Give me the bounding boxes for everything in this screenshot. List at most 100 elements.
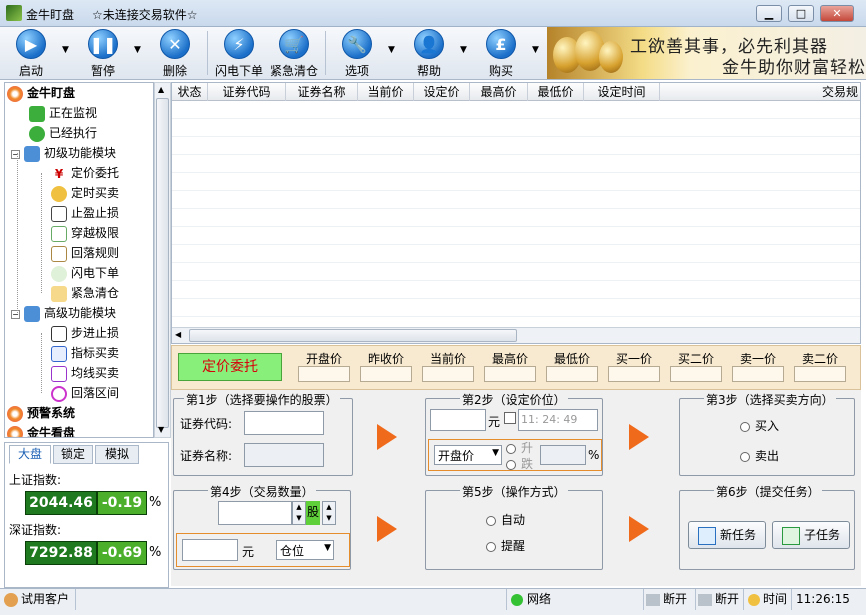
tree-root-watch[interactable]: 金牛看盘 [7, 423, 75, 437]
code-input[interactable] [244, 411, 324, 435]
delete-button[interactable]: ✕ 删除 [152, 29, 198, 78]
tab-simulate[interactable]: 模拟 [95, 445, 139, 464]
buy-button[interactable]: £ 购买 [478, 29, 524, 78]
tree-item-cross-limit[interactable]: 穿越极限 [51, 223, 119, 243]
col-set-time[interactable]: 设定时间 [584, 83, 660, 101]
close-button[interactable]: ✕ [820, 5, 854, 22]
next-arrow-icon [377, 516, 397, 542]
scroll-left-icon[interactable]: ◀ [175, 330, 181, 339]
tree-scrollbar[interactable]: ▲ ▼ [154, 82, 171, 438]
flash-order-button[interactable]: ⚡ 闪电下单 [214, 29, 264, 78]
pound-icon: £ [486, 29, 516, 59]
tree-item-timed-trade[interactable]: 定时买卖 [51, 183, 119, 203]
pause-button[interactable]: ❚❚ 暂停 [80, 29, 126, 78]
ask2-value [794, 366, 846, 382]
buy-dropdown-icon[interactable]: ▼ [532, 45, 539, 55]
shares-stepper[interactable]: ▲ ▼ [322, 501, 336, 525]
sh-index-change: -0.19 [97, 491, 147, 515]
pct-input[interactable] [540, 445, 586, 465]
scroll-thumb[interactable] [189, 329, 517, 342]
quantity-input[interactable] [218, 501, 292, 525]
amount-input[interactable] [182, 539, 238, 561]
col-current-price[interactable]: 当前价 [358, 83, 414, 101]
bid2-value [670, 366, 722, 382]
rise-radio[interactable]: 升 [506, 439, 533, 456]
start-button[interactable]: ▶ 启动 [8, 29, 54, 78]
tree-item-executed[interactable]: 已经执行 [29, 123, 97, 143]
help-dropdown-icon[interactable]: ▼ [460, 45, 467, 55]
col-trade-rule[interactable]: 交易规 [660, 83, 860, 101]
connection-status: ☆未连接交易软件☆ [92, 8, 198, 22]
step5-group: 第5步（操作方式） 自动 提醒 [425, 483, 603, 570]
tree-item-flash-order[interactable]: 闪电下单 [51, 263, 119, 283]
tree-root-jinniu[interactable]: 金牛盯盘 [7, 83, 75, 103]
sz-index-label: 深证指数: [9, 523, 62, 537]
options-dropdown-icon[interactable]: ▼ [388, 45, 395, 55]
help-button[interactable]: 👤 帮助 [406, 29, 452, 78]
tree-item-pullback-range[interactable]: 回落区间 [51, 383, 119, 403]
tree-guide-line [41, 173, 42, 293]
price-ref-select[interactable]: 开盘价 ▼ [434, 445, 502, 465]
fall-radio[interactable]: 跌 [506, 455, 533, 472]
pause-dropdown-icon[interactable]: ▼ [134, 45, 141, 55]
position-select[interactable]: 仓位 ▼ [276, 540, 334, 560]
tree-item-clear-position[interactable]: 紧急清仓 [51, 283, 119, 303]
step1-title: 第1步（选择要操作的股票） [184, 391, 340, 408]
scroll-thumb[interactable] [156, 98, 169, 428]
minimize-button[interactable]: ▁ [756, 5, 782, 22]
set-price-input[interactable] [430, 409, 486, 431]
tree-root-alert[interactable]: 预警系统 [7, 403, 75, 423]
collapse-icon[interactable]: − [11, 310, 20, 319]
low-price-label: 最低价 [553, 352, 590, 366]
task-table[interactable]: 状态 证券代码 证券名称 当前价 设定价 最高价 最低价 设定时间 交易规 ◀ [171, 82, 861, 344]
plug-icon [698, 593, 712, 606]
col-status[interactable]: 状态 [172, 83, 208, 101]
ask1-label: 卖一价 [739, 352, 776, 366]
col-name[interactable]: 证券名称 [286, 83, 358, 101]
col-low-price[interactable]: 最低价 [528, 83, 584, 101]
tree-item-monitoring[interactable]: 正在监视 [29, 103, 97, 123]
tree-item-pullback-rule[interactable]: 回落规则 [51, 243, 119, 263]
auto-radio[interactable]: 自动 [486, 511, 525, 528]
tree-item-step-stop[interactable]: 步进止损 [51, 323, 119, 343]
tab-locked[interactable]: 锁定 [53, 445, 93, 464]
time-checkbox[interactable] [504, 412, 516, 424]
step5-title: 第5步（操作方式） [460, 483, 568, 500]
disconnect-status-2[interactable]: 断开 [698, 589, 744, 610]
scroll-down-icon[interactable]: ▼ [158, 425, 164, 434]
col-code[interactable]: 证券代码 [208, 83, 286, 101]
start-dropdown-icon[interactable]: ▼ [62, 45, 69, 55]
sub-task-button[interactable]: 子任务 [772, 521, 850, 549]
col-set-price[interactable]: 设定价 [414, 83, 470, 101]
order-type-label: 定价委托 [178, 353, 282, 381]
scroll-up-icon[interactable]: ▲ [158, 85, 164, 94]
remind-radio[interactable]: 提醒 [486, 537, 525, 554]
low-price-value [546, 366, 598, 382]
step3-title: 第3步（选择买卖方向） [704, 391, 836, 408]
new-task-button[interactable]: 新任务 [688, 521, 766, 549]
tab-market[interactable]: 大盘 [9, 445, 51, 464]
golden-egg-image [599, 41, 623, 73]
tree-item-indicator-trade[interactable]: 指标买卖 [51, 343, 119, 363]
tree-item-stop-profit-loss[interactable]: 止盈止损 [51, 203, 119, 223]
step4-group: 第4步（交易数量） ▲ ▼ 股 ▲ ▼ 元 仓位 ▼ [173, 483, 351, 570]
sell-radio[interactable]: 卖出 [740, 447, 779, 464]
tree-node-advanced[interactable]: − 高级功能模块 [11, 303, 116, 323]
table-hscrollbar[interactable]: ◀ [172, 327, 860, 343]
new-task-icon [697, 526, 716, 545]
collapse-icon[interactable]: − [11, 150, 20, 159]
ad-banner[interactable]: 工欲善其事，必先利其器 金牛助你财富轻松 [547, 27, 866, 79]
col-high-price[interactable]: 最高价 [470, 83, 528, 101]
disconnect-status-1[interactable]: 断开 [646, 589, 696, 610]
options-button[interactable]: 🔧 选项 [334, 29, 380, 78]
clear-position-button[interactable]: 🛒 紧急清仓 [268, 29, 320, 78]
tree-item-fixed-price-order[interactable]: ¥ 定价委托 [51, 163, 119, 183]
maximize-button[interactable]: □ [788, 5, 814, 22]
current-price-label: 当前价 [429, 352, 466, 366]
tree-node-basic[interactable]: − 初级功能模块 [11, 143, 116, 163]
play-icon: ▶ [16, 29, 46, 59]
buy-radio[interactable]: 买入 [740, 417, 779, 434]
quantity-stepper[interactable]: ▲ ▼ [292, 501, 306, 525]
time-picker[interactable]: 11: 24: 49 [518, 409, 598, 431]
tree-item-ma-trade[interactable]: 均线买卖 [51, 363, 119, 383]
